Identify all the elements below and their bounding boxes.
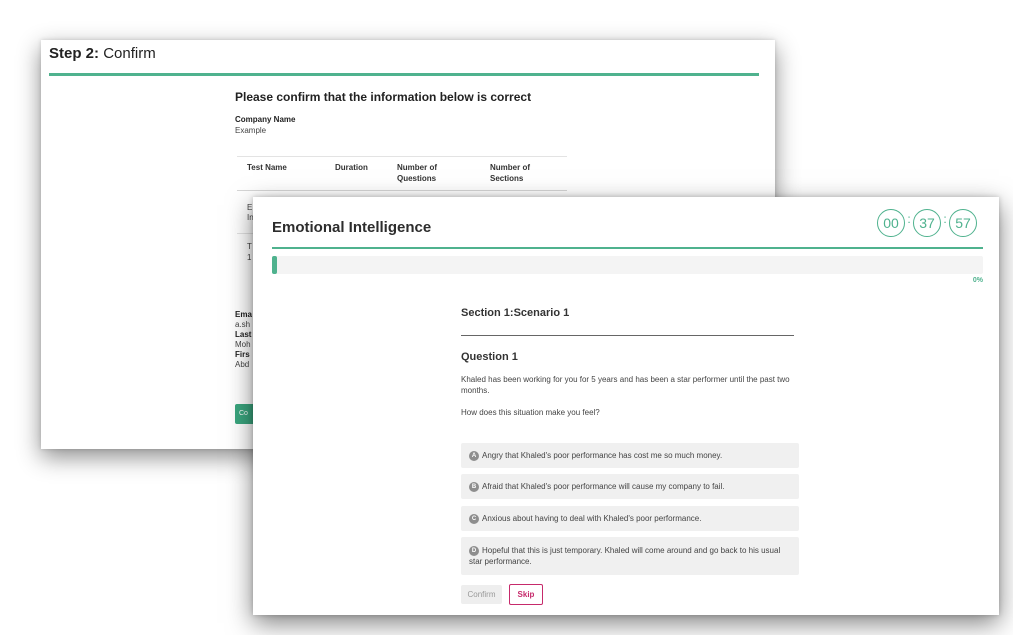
email-value: a.sh	[235, 320, 251, 329]
table-header-test-name: Test Name	[247, 163, 287, 172]
company-name-label: Company Name	[235, 115, 296, 124]
step-title: Step 2: Confirm	[49, 45, 156, 62]
progress-bar	[272, 256, 983, 274]
step-name: Confirm	[103, 45, 156, 62]
first-name-value: Abd	[235, 360, 250, 369]
confirm-heading: Please confirm that the information belo…	[235, 90, 532, 104]
table-header-questions: Number of Questions	[397, 163, 437, 183]
company-name-value: Example	[235, 126, 267, 135]
answer-option-d[interactable]: D Hopeful that this is just temporary. Kh…	[461, 537, 799, 575]
answer-option-label: Hopeful that this is just temporary. Kha…	[469, 546, 781, 566]
table-header-duration: Duration	[335, 163, 368, 172]
step-divider	[49, 73, 759, 76]
timer-seconds: 57	[949, 209, 977, 237]
answer-option-a[interactable]: A Angry that Khaled's poor performance ha…	[461, 443, 799, 468]
table-top-line	[237, 156, 567, 157]
option-d-badge-icon: D	[469, 545, 479, 556]
question-prompt: How does this situation make you feel?	[461, 408, 600, 417]
option-a-badge-icon: A	[469, 450, 479, 461]
table-header-line	[237, 190, 567, 191]
countdown-timer: 00 : 37 : 57	[877, 208, 977, 238]
table-cell-fragment: 1	[247, 253, 252, 262]
timer-hours: 00	[877, 209, 905, 237]
question-title: Question 1	[461, 351, 518, 363]
step-label: Step 2:	[49, 45, 100, 62]
progress-percentage: 0%	[972, 277, 983, 284]
email-label: Ema	[235, 310, 252, 319]
answer-option-c[interactable]: C Anxious about having to deal with Khale…	[461, 506, 799, 531]
first-name-label: Firs	[235, 350, 250, 359]
answer-option-label: Anxious about having to deal with Khaled…	[482, 514, 702, 523]
progress-fill	[272, 256, 277, 274]
timer-separator: :	[943, 212, 947, 226]
answer-option-label: Afraid that Khaled's poor performance wi…	[482, 482, 725, 491]
test-title: Emotional Intelligence	[272, 219, 432, 236]
table-cell-fragment: T	[247, 242, 252, 251]
option-c-badge-icon: C	[469, 513, 479, 524]
title-divider	[272, 247, 983, 249]
timer-minutes: 37	[913, 209, 941, 237]
test-window: Emotional Intelligence 00 : 37 : 57 0% S…	[253, 197, 999, 615]
answer-option-b[interactable]: B Afraid that Khaled's poor performance w…	[461, 474, 799, 499]
question-text: Khaled has been working for you for 5 ye…	[461, 375, 790, 395]
skip-button[interactable]: Skip	[509, 584, 543, 605]
table-header-sections: Number of Sections	[490, 163, 530, 183]
answer-option-label: Angry that Khaled's poor performance has…	[482, 451, 723, 460]
section-divider	[461, 335, 794, 336]
section-title: Section 1:Scenario 1	[461, 307, 570, 319]
last-name-label: Last	[235, 330, 252, 339]
option-b-badge-icon: B	[469, 481, 479, 492]
timer-separator: :	[907, 212, 911, 226]
table-cell-fragment: E	[247, 203, 253, 212]
last-name-value: Moh	[235, 340, 251, 349]
confirm-button[interactable]: Confirm	[461, 585, 502, 604]
